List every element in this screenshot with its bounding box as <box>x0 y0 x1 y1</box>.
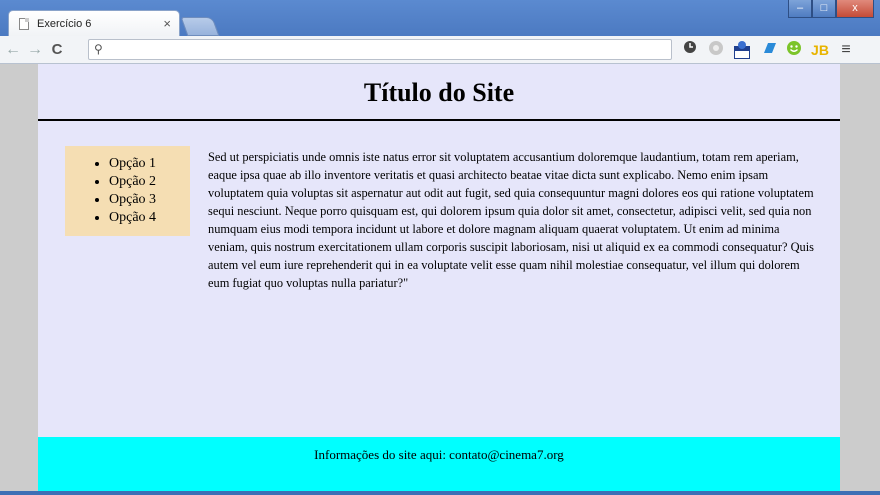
page-viewport: Título do Site Opção 1 Opção 2 Opção 3 O… <box>0 64 880 491</box>
clock-icon[interactable] <box>680 40 700 60</box>
main-content: Sed ut perspiciatis unde omnis iste natu… <box>208 150 814 290</box>
page-container: Título do Site Opção 1 Opção 2 Opção 3 O… <box>38 64 840 491</box>
book-icon[interactable] <box>760 40 780 60</box>
address-bar[interactable]: ⚲ <box>88 39 672 60</box>
browser-window: Exercício 6 × – □ x ← → C ⚲ JB ≡ Título … <box>0 0 880 495</box>
calendar-icon[interactable] <box>732 40 752 60</box>
jb-icon[interactable]: JB <box>810 40 830 60</box>
menu-item-4[interactable]: Opção 4 <box>109 209 190 227</box>
browser-tab[interactable]: Exercício 6 × <box>8 10 180 36</box>
forward-button[interactable]: → <box>26 41 44 59</box>
menu-icon[interactable]: ≡ <box>836 40 856 60</box>
minimize-button[interactable]: – <box>788 0 812 18</box>
smiley-icon[interactable] <box>784 40 804 60</box>
footer: Informações do site aqui: contato@cinema… <box>38 437 840 491</box>
close-window-button[interactable]: x <box>836 0 874 18</box>
disc-icon[interactable] <box>706 40 726 60</box>
window-bottom-edge <box>0 491 880 495</box>
header-divider <box>38 119 840 121</box>
new-tab-button[interactable] <box>180 17 220 36</box>
footer-text: Informações do site aqui: contato@cinema… <box>314 447 564 462</box>
maximize-button[interactable]: □ <box>812 0 836 18</box>
tab-close-button[interactable]: × <box>163 16 171 31</box>
menu-item-1[interactable]: Opção 1 <box>109 155 190 173</box>
reload-button[interactable]: C <box>48 41 66 58</box>
page-icon <box>19 17 29 30</box>
tab-title: Exercício 6 <box>37 17 92 30</box>
window-controls: – □ x <box>788 0 874 18</box>
back-button[interactable]: ← <box>4 41 22 59</box>
browser-toolbar: ← → C ⚲ JB ≡ <box>0 36 880 64</box>
menu-item-3[interactable]: Opção 3 <box>109 191 190 209</box>
menu-item-2[interactable]: Opção 2 <box>109 173 190 191</box>
site-title: Título do Site <box>363 78 515 107</box>
side-menu: Opção 1 Opção 2 Opção 3 Opção 4 <box>65 146 190 236</box>
search-icon: ⚲ <box>94 42 103 56</box>
